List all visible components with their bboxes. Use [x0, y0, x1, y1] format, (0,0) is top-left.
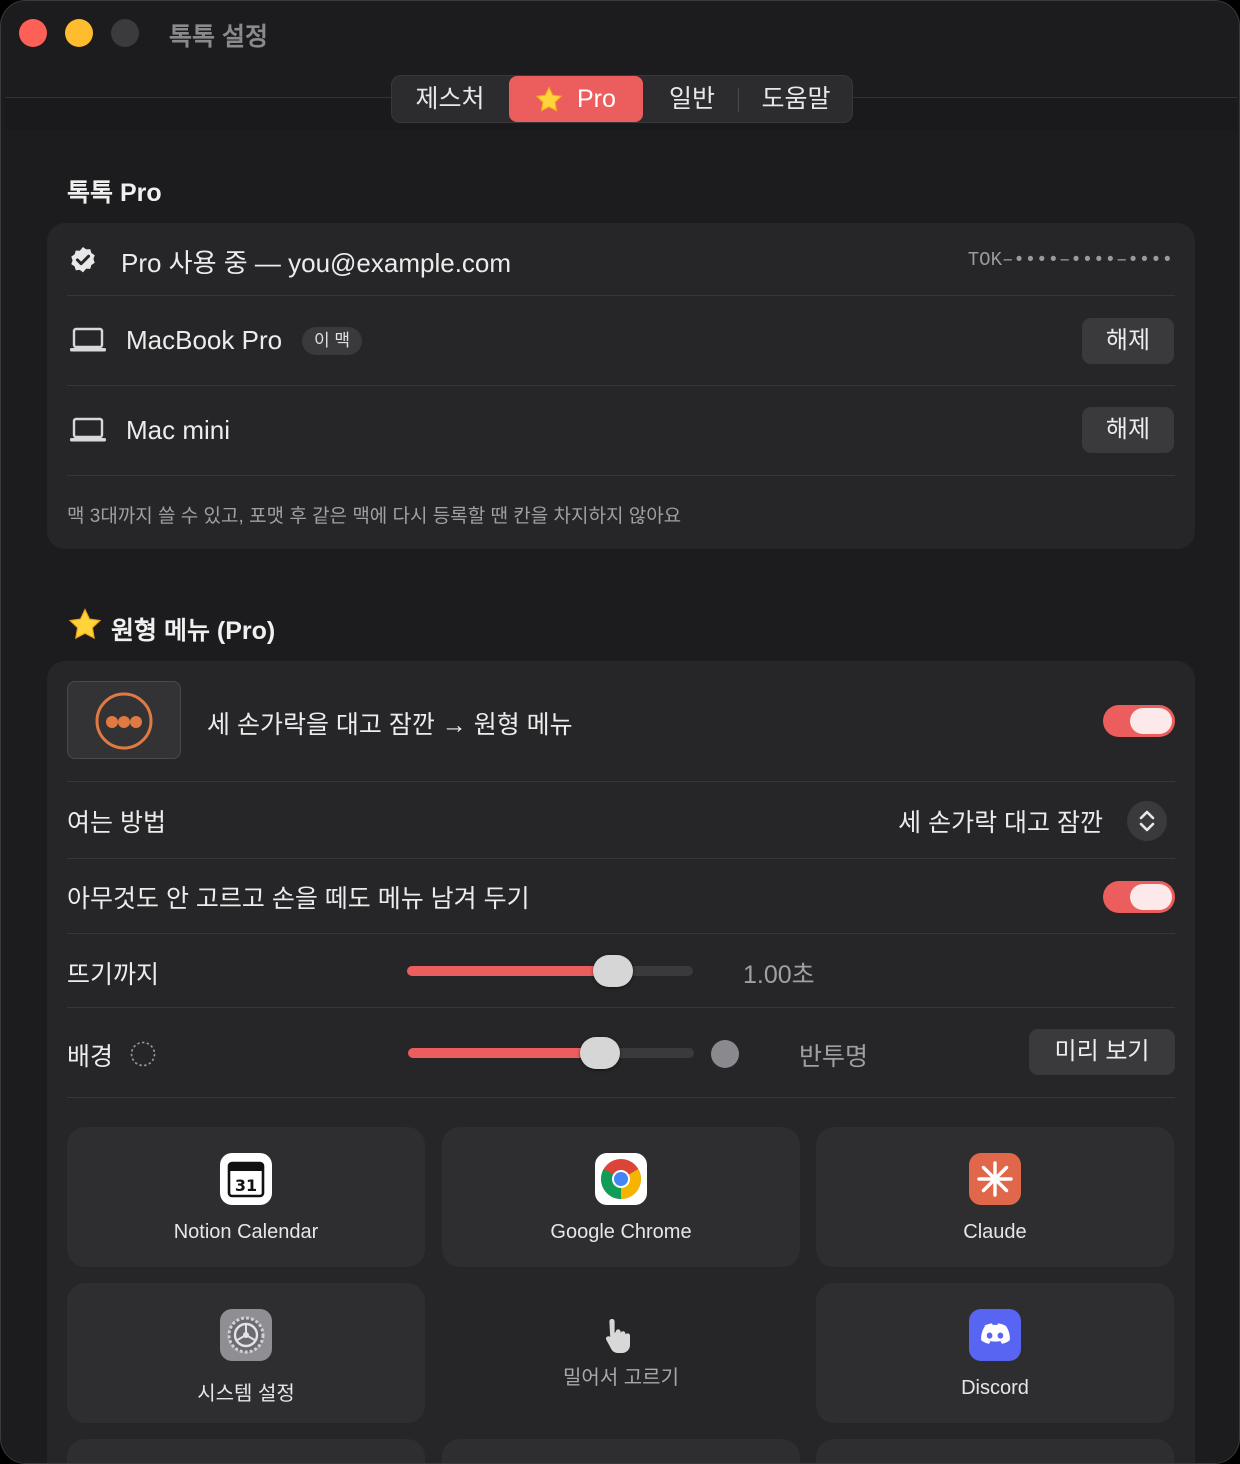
pro-card: Pro 사용 중 — you@example.com TOK–••••–••••…	[47, 223, 1195, 549]
pro-status-text: Pro 사용 중 — you@example.com	[121, 248, 512, 278]
radial-card: 세 손가락을 대고 잠깐 → 원형 메뉴 여는 방법 세 손가락 대고 잠깐 아…	[47, 661, 1195, 1463]
hand-pointer-icon	[602, 1315, 638, 1355]
window-title: 톡톡 설정	[169, 23, 268, 51]
discord-icon	[969, 1309, 1021, 1361]
transparent-circle-icon	[129, 1040, 157, 1068]
background-opacity-slider[interactable]	[408, 1037, 694, 1069]
delay-slider[interactable]	[407, 955, 693, 987]
open-method-value[interactable]: 세 손가락 대고 잠깐	[898, 803, 1103, 839]
app-tile-label: Discord	[961, 1377, 1029, 1399]
app-tile[interactable]	[442, 1439, 800, 1463]
row-divider	[67, 858, 1175, 859]
tab-pro[interactable]: Pro	[509, 76, 643, 122]
device-limit-note: 맥 3대까지 쓸 수 있고, 포맷 후 같은 맥에 다시 등록할 땐 칸을 차지…	[67, 506, 682, 527]
app-tile-label: Claude	[963, 1221, 1027, 1243]
delay-label: 뜨기까지	[67, 961, 160, 989]
slider-knob[interactable]	[593, 955, 633, 987]
tab-help[interactable]: 도움말	[740, 76, 852, 122]
pro-section-title: 톡톡 Pro	[67, 179, 162, 207]
chevron-up-down-icon[interactable]	[1127, 801, 1167, 841]
app-tile-discord[interactable]: Discord	[816, 1283, 1174, 1423]
opaque-circle-icon	[711, 1040, 739, 1068]
slider-fill	[408, 1048, 600, 1058]
app-tile-label: Notion Calendar	[173, 1221, 319, 1243]
tab-separator	[738, 88, 739, 112]
row-divider	[67, 781, 1175, 782]
chrome-icon	[595, 1153, 647, 1205]
license-key: TOK–••••–••••–••••	[967, 249, 1173, 271]
background-value: 반투명	[799, 1043, 869, 1071]
radial-section-title: 원형 메뉴 (Pro)	[111, 617, 276, 645]
notion-calendar-icon: 31	[220, 1153, 272, 1205]
more-dots-icon	[94, 691, 154, 751]
open-method-label: 여는 방법	[67, 809, 166, 837]
app-tile-label: Google Chrome	[550, 1221, 692, 1243]
star-icon	[67, 607, 103, 643]
zoom-window-button[interactable]	[111, 19, 139, 47]
row-divider	[67, 1007, 1175, 1008]
delay-value: 1.00초	[743, 961, 815, 989]
app-tile-notion-calendar[interactable]: 31 Notion Calendar	[67, 1127, 425, 1267]
settings-window: 톡톡 설정 제스처 Pro 일반 도움말 톡톡 Pro Pro 사용 중 — y…	[0, 0, 1240, 1464]
swipe-hint-label: 밀어서 고르기	[563, 1367, 679, 1389]
deactivate-button[interactable]: 해제	[1082, 407, 1174, 453]
svg-text:31: 31	[235, 1176, 257, 1195]
radial-enable-toggle[interactable]	[1103, 705, 1175, 737]
keep-menu-label: 아무것도 안 고르고 손을 떼도 메뉴 남겨 두기	[67, 885, 530, 913]
claude-icon	[969, 1153, 1021, 1205]
app-tile-google-chrome[interactable]: Google Chrome	[442, 1127, 800, 1267]
app-tile-label: 시스템 설정	[197, 1383, 295, 1405]
app-tile[interactable]	[67, 1439, 425, 1463]
minimize-window-button[interactable]	[65, 19, 93, 47]
app-tile-system-settings[interactable]: 시스템 설정	[67, 1283, 425, 1423]
verified-badge-icon	[67, 245, 99, 277]
app-tile-claude[interactable]: Claude	[816, 1127, 1174, 1267]
tab-gestures[interactable]: 제스처	[392, 76, 508, 122]
row-divider	[67, 295, 1175, 296]
slider-knob[interactable]	[580, 1037, 620, 1069]
row-divider	[67, 475, 1175, 476]
deactivate-button[interactable]: 해제	[1082, 318, 1174, 364]
laptop-icon	[69, 417, 107, 443]
app-tile[interactable]	[816, 1439, 1174, 1463]
preview-button[interactable]: 미리 보기	[1029, 1029, 1175, 1075]
device-name: MacBook Pro	[126, 325, 283, 355]
row-divider	[67, 1097, 1175, 1098]
swipe-to-select-hint: 밀어서 고르기	[442, 1283, 800, 1423]
system-settings-icon	[220, 1309, 272, 1361]
row-divider	[67, 385, 1175, 386]
toggle-knob	[1130, 884, 1172, 910]
close-window-button[interactable]	[19, 19, 47, 47]
tab-bar: 제스처 Pro 일반 도움말	[391, 75, 853, 123]
row-divider	[67, 933, 1175, 934]
background-label: 배경	[67, 1043, 114, 1071]
radial-preview-thumbnail	[67, 681, 181, 759]
star-icon	[533, 84, 565, 114]
tab-pro-label: Pro	[577, 85, 616, 113]
slider-fill	[407, 966, 613, 976]
this-mac-badge: 이 맥	[302, 327, 363, 355]
toggle-knob	[1130, 708, 1172, 734]
radial-enable-label: 세 손가락을 대고 잠깐 → 원형 메뉴	[207, 711, 573, 739]
keep-menu-toggle[interactable]	[1103, 881, 1175, 913]
title-bar: 톡톡 설정	[1, 1, 1239, 65]
tab-general[interactable]: 일반	[644, 76, 740, 122]
device-name: Mac mini	[126, 415, 231, 445]
laptop-icon	[69, 327, 107, 353]
